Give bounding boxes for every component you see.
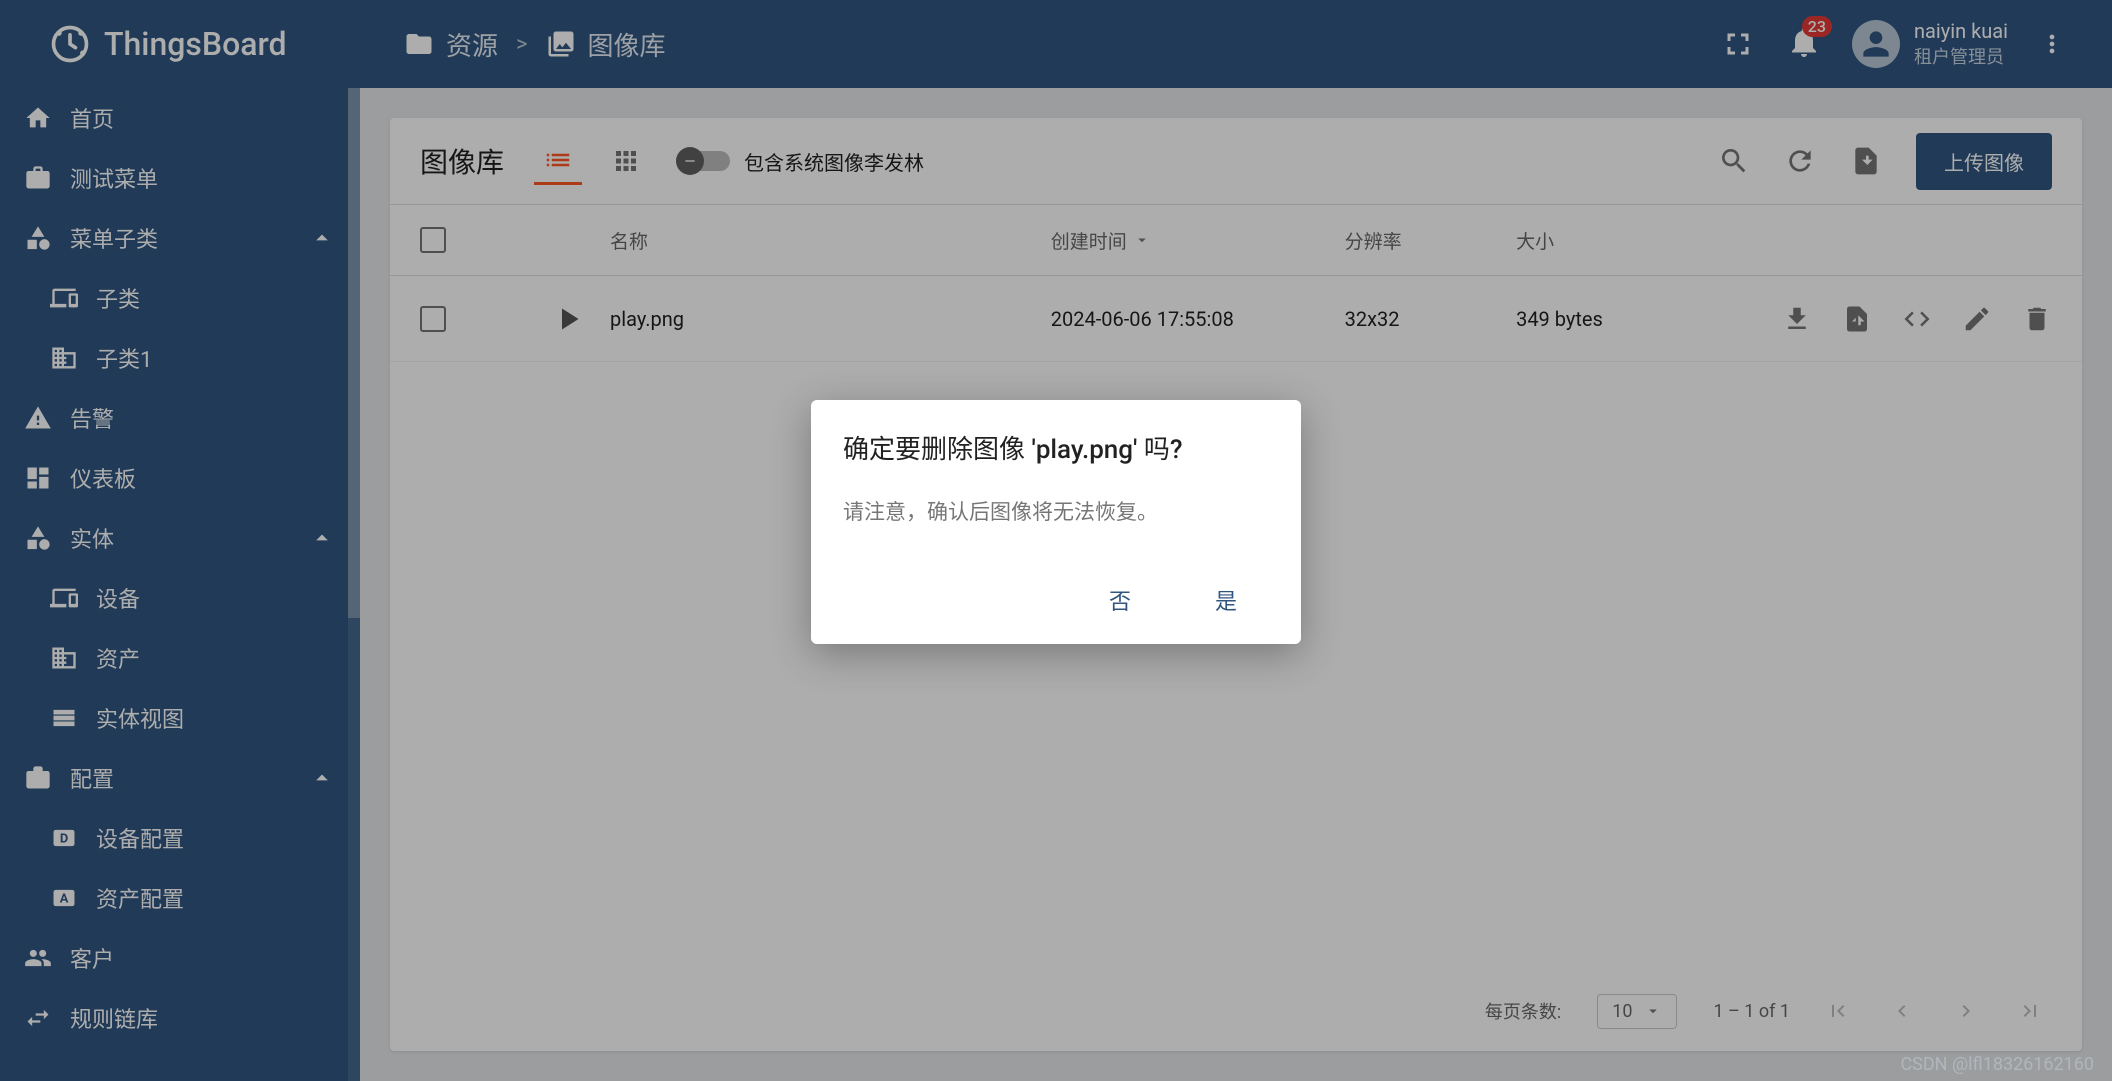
watermark: CSDN @lfl18326162160	[1900, 1054, 2094, 1075]
dialog-title: 确定要删除图像 'play.png' 吗?	[843, 432, 1269, 468]
dialog-yes-button[interactable]: 是	[1203, 576, 1249, 624]
modal-overlay[interactable]: 确定要删除图像 'play.png' 吗? 请注意，确认后图像将无法恢复。 否 …	[0, 0, 2112, 1081]
dialog-no-button[interactable]: 否	[1097, 576, 1143, 624]
confirm-dialog: 确定要删除图像 'play.png' 吗? 请注意，确认后图像将无法恢复。 否 …	[811, 400, 1301, 644]
dialog-message: 请注意，确认后图像将无法恢复。	[843, 496, 1269, 526]
